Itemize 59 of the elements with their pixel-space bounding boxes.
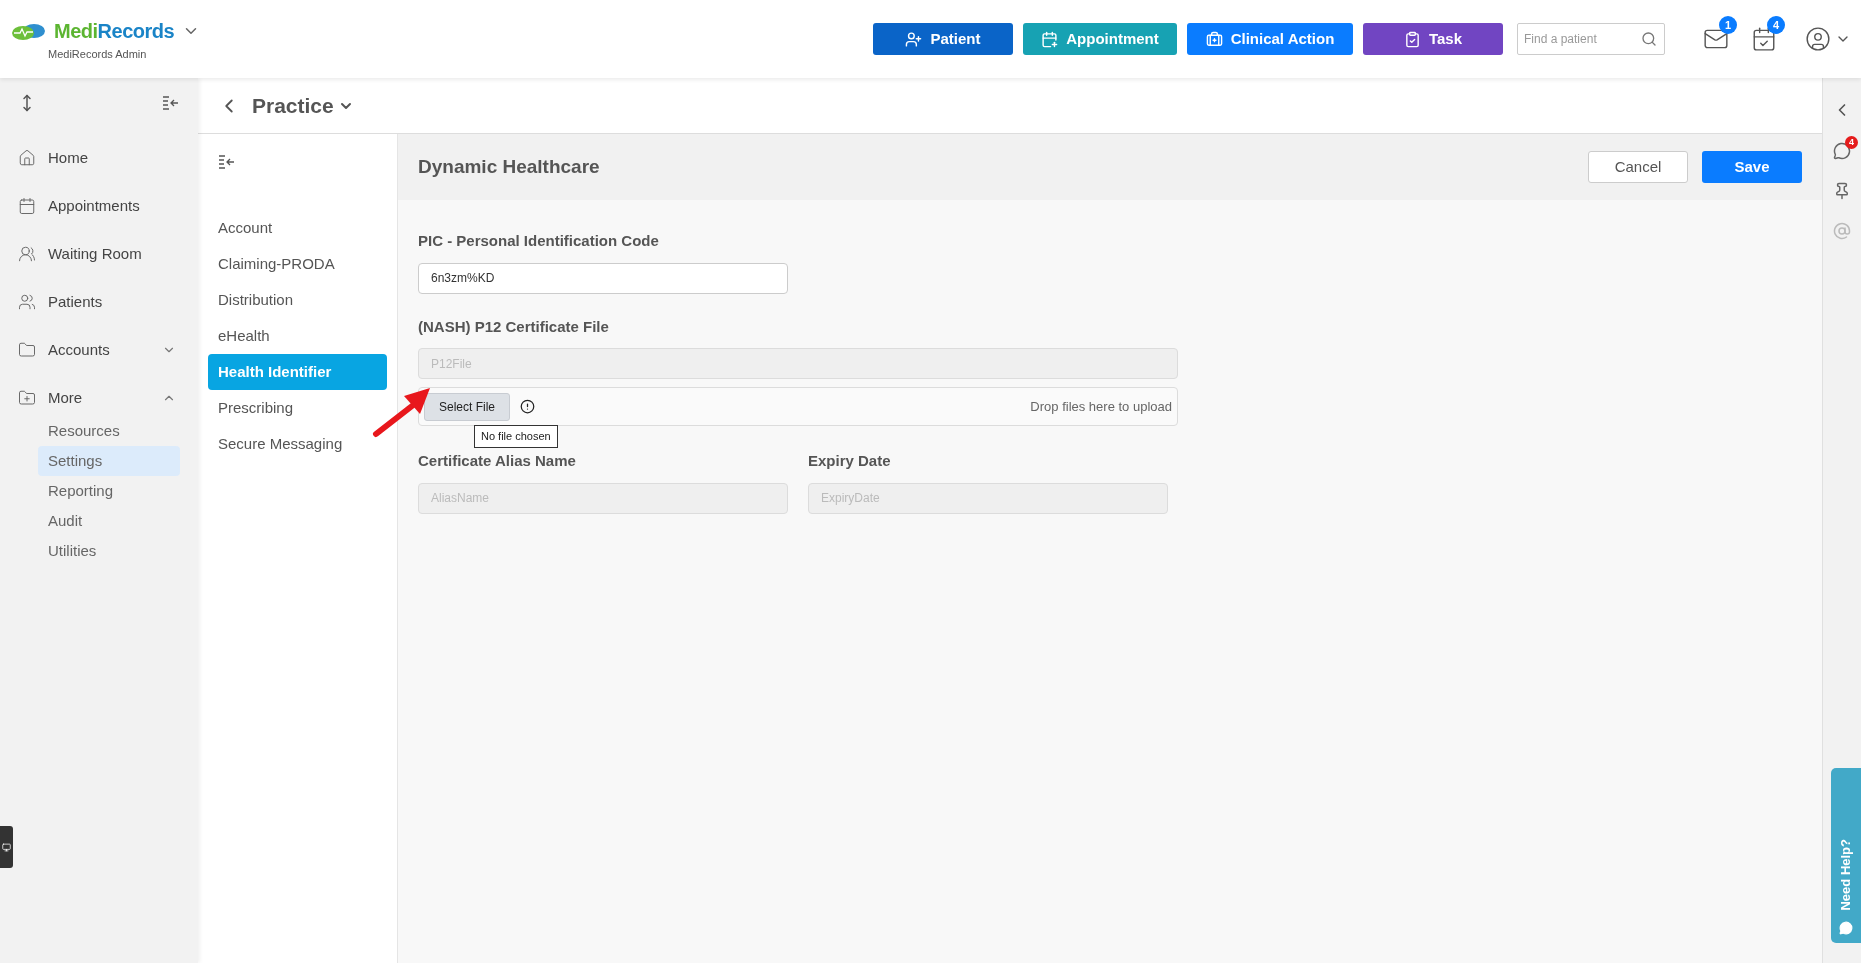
nav-subitem[interactable]: Audit bbox=[38, 506, 180, 536]
settings-menu-item[interactable]: Account bbox=[208, 210, 387, 246]
form-title: Dynamic Healthcare bbox=[418, 154, 600, 179]
count-badge: 1 bbox=[1719, 16, 1737, 34]
settings-menu-item[interactable]: Prescribing bbox=[208, 390, 387, 426]
search-icon[interactable] bbox=[1641, 31, 1657, 47]
count-badge: 4 bbox=[1845, 136, 1858, 149]
select-file-button[interactable]: Select File bbox=[424, 392, 511, 421]
user-plus-icon bbox=[905, 30, 923, 48]
nav-item[interactable]: Appointments bbox=[48, 194, 140, 218]
search-field[interactable]: Find a patient bbox=[1517, 23, 1665, 55]
settings-menu-item[interactable]: eHealth bbox=[208, 318, 387, 354]
brand-name[interactable]: MediRecords bbox=[54, 15, 175, 46]
nav-item[interactable]: More bbox=[48, 386, 83, 410]
drop-hint: Drop files here to upload bbox=[1030, 397, 1172, 416]
action-button[interactable]: Patient bbox=[873, 23, 1013, 55]
pin-icon[interactable] bbox=[1833, 182, 1851, 200]
settings-menu-item[interactable]: Secure Messaging bbox=[208, 426, 387, 462]
page-title: Practice bbox=[252, 92, 334, 119]
nav-subitem[interactable]: Settings bbox=[38, 446, 180, 476]
monitor-icon bbox=[2, 842, 11, 852]
users-icon bbox=[18, 293, 36, 311]
nav-subitem[interactable]: Utilities bbox=[38, 536, 180, 566]
home-icon bbox=[18, 149, 36, 167]
field-label: (NASH) P12 Certificate File bbox=[418, 316, 610, 337]
folder-icon bbox=[18, 341, 36, 359]
nav-item[interactable]: Home bbox=[48, 146, 88, 170]
nav-item[interactable]: Patients bbox=[48, 290, 103, 314]
save-button[interactable]: Save bbox=[1702, 151, 1802, 183]
nav-item[interactable]: Accounts bbox=[48, 338, 110, 362]
field-label: Expiry Date bbox=[808, 451, 892, 471]
user-avatar-icon[interactable] bbox=[1805, 26, 1831, 52]
action-button[interactable]: Clinical Action bbox=[1187, 23, 1353, 55]
collapse-menu-icon[interactable] bbox=[218, 154, 236, 170]
help-label: Need Help? bbox=[1837, 839, 1855, 911]
folder-plus-icon bbox=[18, 389, 36, 407]
chat-bubble-icon bbox=[1839, 921, 1853, 935]
nav-subitem[interactable]: Resources bbox=[38, 416, 180, 446]
alert-icon bbox=[520, 399, 536, 414]
count-badge: 4 bbox=[1767, 16, 1785, 34]
clipboard-check-icon bbox=[1403, 30, 1421, 48]
field-label: PIC - Personal Identification Code bbox=[418, 231, 660, 251]
settings-menu-item[interactable]: Claiming-PRODA bbox=[208, 246, 387, 282]
people-icon bbox=[18, 245, 36, 263]
settings-menu-item[interactable]: Distribution bbox=[208, 282, 387, 318]
field-label: Certificate Alias Name bbox=[418, 451, 577, 471]
medical-kit-icon bbox=[1205, 30, 1223, 48]
calendar-plus-icon bbox=[1041, 30, 1059, 48]
chat-icon[interactable] bbox=[1833, 142, 1851, 160]
calendar-icon bbox=[18, 197, 36, 215]
cancel-button[interactable]: Cancel bbox=[1588, 151, 1688, 183]
tooltip: No file chosen bbox=[474, 425, 558, 448]
action-button[interactable]: Task bbox=[1363, 23, 1503, 55]
nav-item[interactable]: Waiting Room bbox=[48, 242, 142, 266]
text-field[interactable]: 6n3zm%KD bbox=[418, 262, 788, 294]
side-tab[interactable] bbox=[0, 826, 13, 868]
collapse-menu-icon[interactable] bbox=[162, 95, 180, 111]
account-subtitle: MediRecords Admin bbox=[48, 46, 148, 62]
nav-subitem[interactable]: Reporting bbox=[38, 476, 180, 506]
